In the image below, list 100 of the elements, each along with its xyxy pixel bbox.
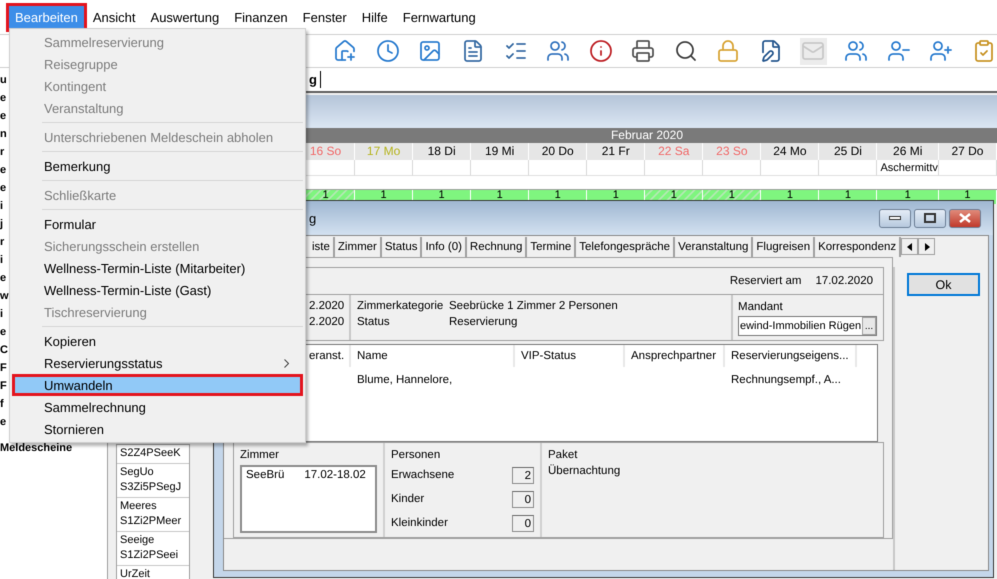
reserved-label: Reserviert am xyxy=(730,275,802,287)
right-arrow-icon xyxy=(924,242,930,250)
calendar-cell[interactable] xyxy=(645,160,704,176)
day-header: 26 Mi xyxy=(877,143,939,160)
calendar-cell[interactable] xyxy=(703,160,762,176)
menu-item[interactable]: Reservierungsstatus xyxy=(12,352,303,374)
minimize-button[interactable] xyxy=(879,208,911,228)
day-header: 19 Mi xyxy=(471,143,530,160)
mandant-field[interactable]: ewind-Immobilien Rügen ... xyxy=(738,316,877,336)
menu-item[interactable]: Formular xyxy=(12,213,303,235)
room-cell[interactable]: SegUo S3Zi5PSegJ xyxy=(117,464,189,498)
calendar-cell[interactable] xyxy=(938,160,997,176)
sidebar-item[interactable]: i xyxy=(0,305,4,323)
holiday-label: Aschermittv xyxy=(877,160,939,176)
mandant-label: Mandant xyxy=(738,301,784,313)
sidebar-item[interactable]: i xyxy=(0,197,4,215)
menu-bar-item[interactable]: Ansicht xyxy=(86,4,143,30)
column-header[interactable]: Ansprechpartner xyxy=(625,345,725,367)
field-label: Kinder xyxy=(391,493,424,505)
room-cell[interactable]: UrZeit xyxy=(117,566,189,579)
close-icon xyxy=(959,213,971,223)
sidebar-item[interactable]: e xyxy=(0,107,6,125)
field-label: Kleinkinder xyxy=(391,517,448,529)
day-header: 23 So xyxy=(703,143,762,160)
menu-bar-item[interactable]: Auswertung xyxy=(144,4,226,30)
tab[interactable]: Veranstaltung xyxy=(675,237,754,257)
calendar-cell[interactable] xyxy=(355,160,414,176)
sidebar-item[interactable]: r xyxy=(0,143,4,161)
count-field[interactable]: 2 xyxy=(512,466,534,484)
clock-icon[interactable] xyxy=(374,38,402,64)
room-name: SeeBrü xyxy=(246,469,284,481)
calendar-cell[interactable] xyxy=(819,160,878,176)
info-icon[interactable] xyxy=(587,38,614,64)
calendar-cell[interactable] xyxy=(587,160,646,176)
table-cell-text: Rechnungsempf., A... xyxy=(730,373,842,388)
field-label: Zimmerkategorie xyxy=(357,300,444,312)
sidebar-item[interactable]: r xyxy=(0,233,4,251)
maximize-icon xyxy=(924,213,936,223)
reserved-date: 17.02.2020 xyxy=(815,275,873,287)
maximize-button[interactable] xyxy=(914,208,946,228)
sidebar-item[interactable]: C xyxy=(0,341,8,359)
date-value: 2.2020 xyxy=(309,300,346,312)
menu-bar-item[interactable]: Fernwartung xyxy=(396,4,483,30)
browse-button[interactable]: ... xyxy=(862,317,876,335)
minimize-icon xyxy=(889,215,901,221)
sidebar-item[interactable]: e xyxy=(0,269,6,287)
left-arrow-icon xyxy=(906,242,913,250)
section-label: Zimmer xyxy=(240,449,280,461)
count-field[interactable]: 0 xyxy=(512,514,534,532)
ok-button[interactable]: Ok xyxy=(907,273,980,296)
sidebar-item[interactable]: e xyxy=(0,179,6,197)
room-list[interactable]: SeeBrü 17.02-18.02 xyxy=(240,465,377,533)
room-cell[interactable]: Seeige S1Zi2PSeei xyxy=(117,532,189,566)
package-value: Übernachtung xyxy=(548,465,622,477)
field-value: Seebrücke 1 Zimmer 2 Personen xyxy=(449,300,619,312)
tab-scroll-left-button[interactable] xyxy=(901,238,918,255)
day-header: 20 Do xyxy=(529,143,588,160)
menu-bar-item[interactable]: Fenster xyxy=(296,4,354,30)
field-label: Erwachsene xyxy=(391,469,454,481)
room-cell[interactable]: S2Z4PSeeK xyxy=(117,445,189,464)
sidebar-item[interactable]: j xyxy=(0,215,4,233)
room-cell[interactable]: Meeres S1Zi2PMeer xyxy=(117,498,189,532)
printer-icon[interactable] xyxy=(630,38,656,64)
sidebar-item[interactable]: n xyxy=(0,125,7,143)
calendar-cell[interactable] xyxy=(471,160,530,176)
sidebar-item[interactable]: e xyxy=(0,161,6,179)
search-text[interactable]: g xyxy=(309,72,317,87)
sidebar-item[interactable]: i xyxy=(0,251,4,269)
column-header[interactable]: VIP-Status xyxy=(515,345,625,367)
menu-item[interactable]: Stornieren xyxy=(12,418,303,440)
sidebar-item[interactable]: F xyxy=(0,359,7,377)
calendar-cell[interactable] xyxy=(761,160,820,176)
sidebar-item[interactable]: Meldescheine xyxy=(0,439,72,457)
menu-item[interactable]: Kopieren xyxy=(12,330,303,352)
sidebar-item[interactable]: F xyxy=(0,377,7,395)
field-label: Status xyxy=(357,316,391,328)
sidebar-item[interactable]: e xyxy=(0,413,6,431)
menu-bar-item[interactable]: Finanzen xyxy=(227,4,295,30)
sidebar-item[interactable]: f xyxy=(0,395,4,413)
menu-item[interactable]: Wellness-Termin-Liste (Mitarbeiter) xyxy=(12,257,303,279)
window-title: g xyxy=(309,210,318,226)
sidebar-item[interactable]: w xyxy=(0,287,9,305)
menu-bar-item[interactable]: Hilfe xyxy=(354,4,395,30)
menu-item[interactable]: Umwandeln xyxy=(12,374,303,396)
day-header: 21 Fr xyxy=(587,143,646,160)
sidebar-item[interactable]: e xyxy=(0,323,6,341)
column-header[interactable]: Reservierungseigens... xyxy=(725,345,857,367)
day-header: 18 Di xyxy=(413,143,472,160)
field-value: Reservierung xyxy=(449,316,518,328)
menu-item[interactable]: Sammelrechnung xyxy=(12,396,303,418)
sidebar-item[interactable]: u xyxy=(0,71,7,89)
close-button[interactable] xyxy=(949,208,981,228)
sidebar-item[interactable]: e xyxy=(0,89,6,107)
count-field[interactable]: 0 xyxy=(512,490,534,508)
calendar-cell[interactable] xyxy=(938,176,997,190)
calendar-cell[interactable] xyxy=(413,160,472,176)
calendar-cell[interactable] xyxy=(529,160,588,176)
tab-scroll-right-button[interactable] xyxy=(918,238,936,255)
column-header[interactable]: Name xyxy=(351,345,515,367)
menu-item[interactable]: Wellness-Termin-Liste (Gast) xyxy=(12,279,303,301)
